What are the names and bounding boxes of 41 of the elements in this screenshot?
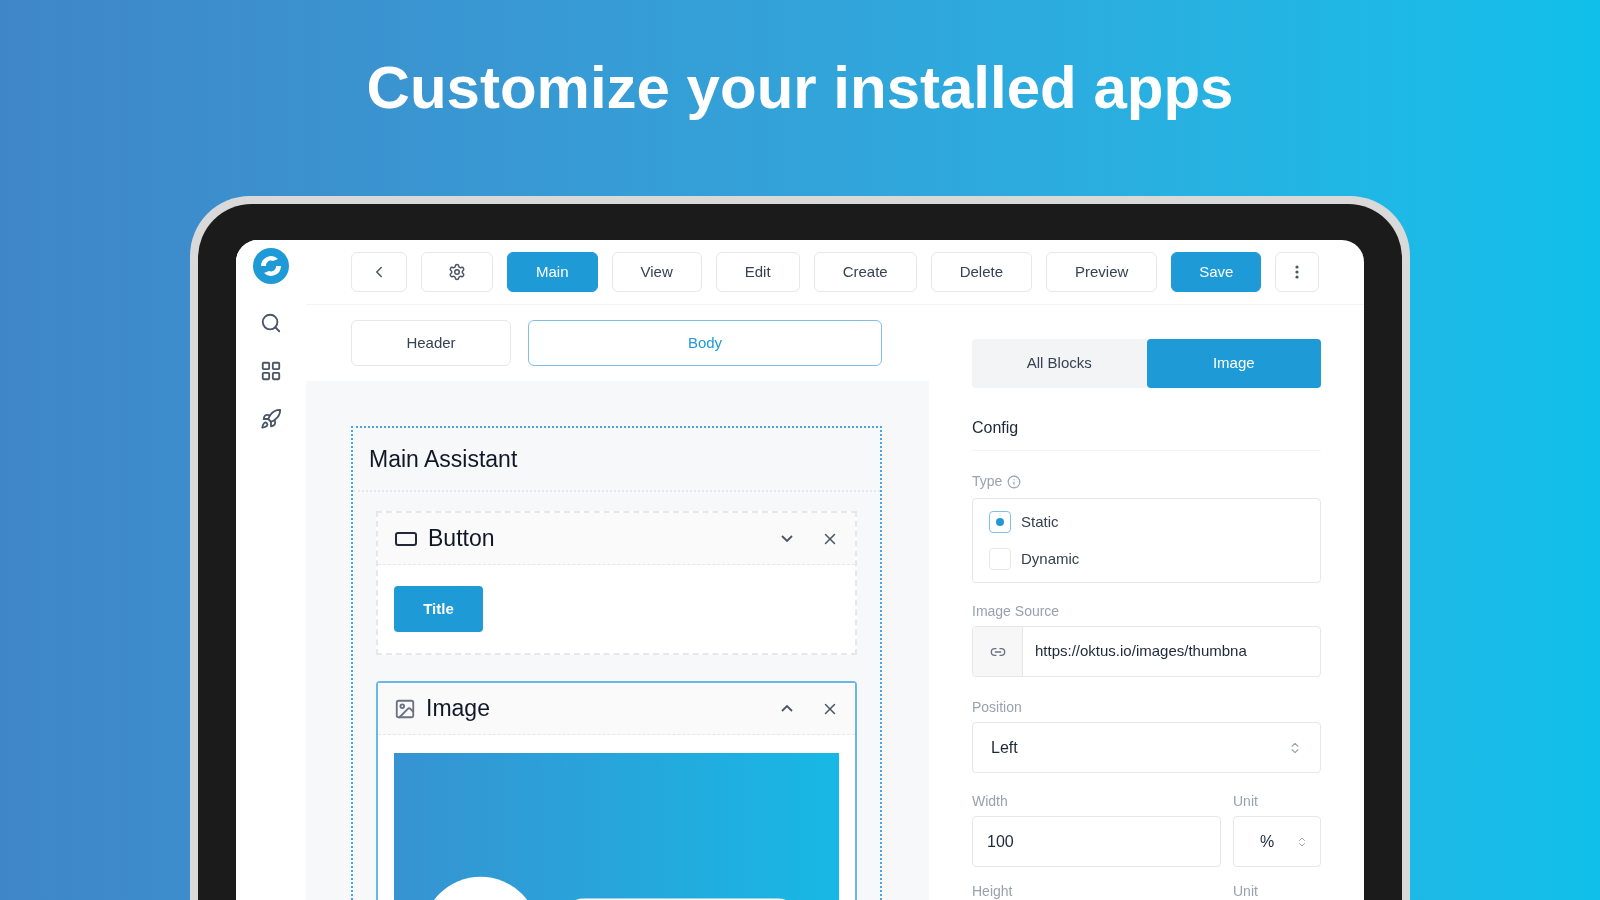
field-label: Width (972, 792, 1009, 811)
radio-button[interactable] (989, 511, 1011, 534)
field-label: Type (972, 472, 1003, 491)
section-tab[interactable]: Header (351, 320, 511, 366)
logo-icon (251, 246, 291, 286)
unit-select[interactable]: % (1233, 816, 1321, 867)
toolbar-tab[interactable]: Create (813, 252, 917, 292)
url-field[interactable]: https://oktus.io/images/thumbna (972, 626, 1321, 677)
search-icon[interactable] (260, 312, 282, 334)
toolbar-tab[interactable]: Preview (1046, 252, 1158, 292)
collapse-toggle[interactable] (781, 705, 793, 712)
settings-icon (448, 263, 466, 281)
image-icon (394, 697, 416, 720)
toolbar-tab[interactable]: View (611, 252, 702, 292)
collapse-toggle[interactable] (781, 535, 793, 542)
chevron-up-icon (781, 705, 793, 712)
chevron-down-icon (781, 535, 793, 542)
select-arrows-icon (1296, 835, 1308, 848)
toolbar-tab[interactable]: Edit (715, 252, 800, 292)
field-label: Unit (1233, 792, 1259, 811)
panel-tab[interactable]: All Blocks (972, 339, 1147, 388)
width-field[interactable]: 100 (972, 816, 1221, 867)
block-title: Button (428, 524, 496, 554)
rocket-icon[interactable] (260, 408, 282, 430)
field-label: Height (972, 882, 1014, 900)
field-label: Unit (1233, 882, 1259, 900)
grid-icon[interactable] (260, 360, 282, 382)
radio-label: Static (1021, 512, 1059, 532)
position-select[interactable]: Left (972, 722, 1321, 773)
radio-label: Dynamic (1021, 548, 1080, 569)
block-title: Image (426, 694, 491, 724)
field-label: Image Source (972, 602, 1061, 621)
more-icon (1295, 265, 1300, 279)
headline: Customize your installed apps (366, 58, 1234, 118)
field-label: Position (972, 698, 1023, 717)
info-icon[interactable] (1007, 474, 1022, 489)
settings-button[interactable] (421, 252, 493, 292)
container-title: Main Assistant (369, 444, 518, 474)
url-value: https://oktus.io/images/thumbna (1034, 641, 1247, 662)
section-heading: Config (972, 419, 1019, 436)
toolbar-tab[interactable]: Delete (930, 252, 1032, 292)
